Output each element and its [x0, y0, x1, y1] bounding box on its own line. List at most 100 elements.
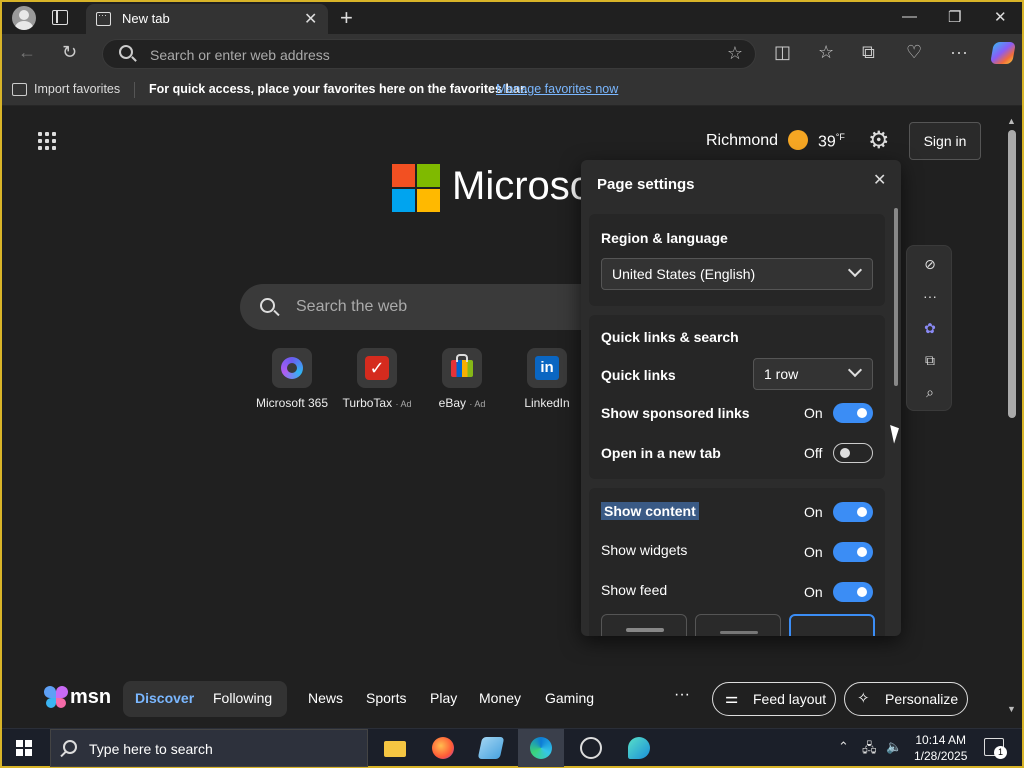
- volume-muted-icon[interactable]: 🔈: [886, 739, 902, 755]
- nav-news[interactable]: News: [308, 690, 343, 706]
- favorites-icon[interactable]: ☆: [818, 42, 834, 63]
- show-feed-toggle[interactable]: [833, 582, 873, 602]
- region-dropdown[interactable]: United States (English): [601, 258, 873, 290]
- firefox-app[interactable]: [420, 729, 466, 767]
- profile-avatar-icon[interactable]: [12, 6, 36, 30]
- scrollbar-thumb[interactable]: [1008, 130, 1016, 418]
- copilot-small-icon[interactable]: ✿: [921, 320, 939, 337]
- ad-badge: · Ad: [395, 399, 412, 409]
- edge-icon: [530, 737, 552, 759]
- scroll-down-icon[interactable]: ▼: [1007, 704, 1016, 714]
- weather-city[interactable]: Richmond: [706, 132, 778, 150]
- weather-temperature[interactable]: 39°F: [818, 132, 845, 151]
- more-menu-icon[interactable]: ···: [950, 42, 968, 63]
- chevron-down-icon: [847, 262, 863, 278]
- taskbar-search-box[interactable]: Type here to search: [50, 729, 368, 767]
- new-tab-page-icon: [96, 10, 111, 26]
- show-widgets-toggle[interactable]: [833, 542, 873, 562]
- tab-close-icon[interactable]: ✕: [304, 9, 317, 29]
- copy-icon[interactable]: ⧉: [921, 352, 939, 369]
- nav-gaming[interactable]: Gaming: [545, 690, 594, 706]
- web-search-box[interactable]: Search the web: [240, 284, 590, 330]
- system-clock[interactable]: 10:14 AM 1/28/2025: [914, 732, 967, 764]
- clock-date: 1/28/2025: [914, 749, 968, 763]
- tab-actions-icon[interactable]: [52, 10, 68, 25]
- nav-sports[interactable]: Sports: [366, 690, 406, 706]
- quick-link-label: Microsoft 365: [255, 396, 329, 410]
- split-screen-icon[interactable]: ◫: [774, 42, 791, 63]
- feed-layout-label: Feed layout: [753, 691, 827, 707]
- quick-link-microsoft-365[interactable]: Microsoft 365: [247, 348, 337, 410]
- windows-start-icon[interactable]: [16, 740, 32, 756]
- tab-discover[interactable]: Discover: [135, 690, 194, 706]
- file-explorer-app[interactable]: [372, 729, 418, 767]
- quick-link-linkedin[interactable]: in LinkedIn: [502, 348, 592, 410]
- layout-option-2[interactable]: [695, 614, 781, 636]
- personalize-label: Personalize: [885, 691, 959, 707]
- sign-in-button[interactable]: Sign in: [909, 122, 981, 160]
- show-content-label: Show content: [601, 502, 699, 520]
- nav-play[interactable]: Play: [430, 690, 457, 706]
- sponsored-links-toggle[interactable]: [833, 403, 873, 423]
- favorite-star-icon[interactable]: ☆: [727, 43, 743, 64]
- layout-option-1[interactable]: [601, 614, 687, 636]
- window-close-icon[interactable]: ✕: [994, 8, 1007, 26]
- folder-icon: [384, 741, 406, 757]
- app-launcher-icon[interactable]: [38, 132, 58, 152]
- title-bar: New tab ✕ + — ❐ ✕: [2, 2, 1022, 34]
- collections-icon[interactable]: ⧉: [862, 42, 875, 63]
- new-tab-toggle[interactable]: [833, 443, 873, 463]
- restore-icon[interactable]: ❐: [948, 8, 961, 26]
- nav-money[interactable]: Money: [479, 690, 521, 706]
- manage-favorites-link[interactable]: Manage favorites now: [496, 82, 618, 96]
- tab-title: New tab: [122, 11, 170, 26]
- show-content-state: On: [804, 504, 823, 520]
- notepad-app[interactable]: [468, 729, 514, 767]
- turbotax-icon: ✓: [357, 348, 397, 388]
- edge-app[interactable]: [518, 729, 564, 767]
- address-bar[interactable]: Search or enter web address ☆: [102, 39, 756, 69]
- snipping-tool-app[interactable]: [568, 729, 614, 767]
- quick-link-ebay[interactable]: eBay · Ad: [417, 348, 507, 410]
- minimize-icon[interactable]: —: [902, 8, 917, 25]
- panel-scrollbar[interactable]: [894, 208, 898, 386]
- feed-layout-button[interactable]: ⚌ Feed layout: [712, 682, 836, 716]
- scroll-up-icon[interactable]: ▲: [1007, 116, 1016, 126]
- quick-links-rows-dropdown[interactable]: 1 row: [753, 358, 873, 390]
- more-options-icon[interactable]: ···: [921, 288, 939, 304]
- page-scrollbar[interactable]: ▲ ▼: [1005, 108, 1019, 718]
- feed-tabs: Discover Following: [123, 681, 287, 717]
- show-feed-state: On: [804, 584, 823, 600]
- new-tab-label: Open in a new tab: [601, 445, 721, 461]
- favorites-message: For quick access, place your favorites h…: [149, 82, 528, 96]
- back-icon[interactable]: ←: [18, 42, 36, 63]
- import-favorites-button[interactable]: Import favorites: [34, 82, 120, 96]
- refresh-icon[interactable]: ↻: [62, 42, 77, 63]
- tab-new-tab[interactable]: New tab ✕: [86, 4, 328, 34]
- copilot-icon[interactable]: [990, 42, 1016, 64]
- favorites-divider: [134, 82, 135, 98]
- browser-essentials-icon[interactable]: ♡: [906, 42, 922, 63]
- web-search-placeholder: Search the web: [296, 298, 408, 315]
- tab-following[interactable]: Following: [213, 690, 272, 706]
- page-settings-panel: Page settings ✕ Region & language United…: [581, 160, 901, 636]
- quick-link-turbotax[interactable]: ✓ TurboTax · Ad: [332, 348, 422, 410]
- layout-option-3[interactable]: [789, 614, 875, 636]
- favorites-bar: Import favorites For quick access, place…: [2, 74, 1022, 106]
- microsoft-logo: [392, 164, 440, 212]
- nav-more-icon[interactable]: ···: [674, 686, 690, 704]
- show-content-toggle[interactable]: [833, 502, 873, 522]
- app-dolphin[interactable]: [616, 729, 662, 767]
- show-widgets-state: On: [804, 544, 823, 560]
- windows-taskbar: Type here to search ⌃ 🖧 🔈 10:14 AM 1/28/…: [2, 728, 1022, 767]
- hide-eye-icon[interactable]: ⊘: [921, 256, 939, 273]
- tray-chevron-icon[interactable]: ⌃: [838, 739, 849, 755]
- personalize-button[interactable]: ✧ Personalize: [844, 682, 968, 716]
- ad-badge: · Ad: [469, 399, 486, 409]
- new-tab-button[interactable]: +: [340, 5, 353, 31]
- network-icon[interactable]: 🖧: [862, 739, 877, 761]
- panel-close-icon[interactable]: ✕: [873, 170, 886, 190]
- sunny-weather-icon: [788, 130, 808, 150]
- page-settings-gear-icon[interactable]: ⚙: [868, 126, 890, 155]
- search-icon[interactable]: ⌕: [921, 384, 939, 401]
